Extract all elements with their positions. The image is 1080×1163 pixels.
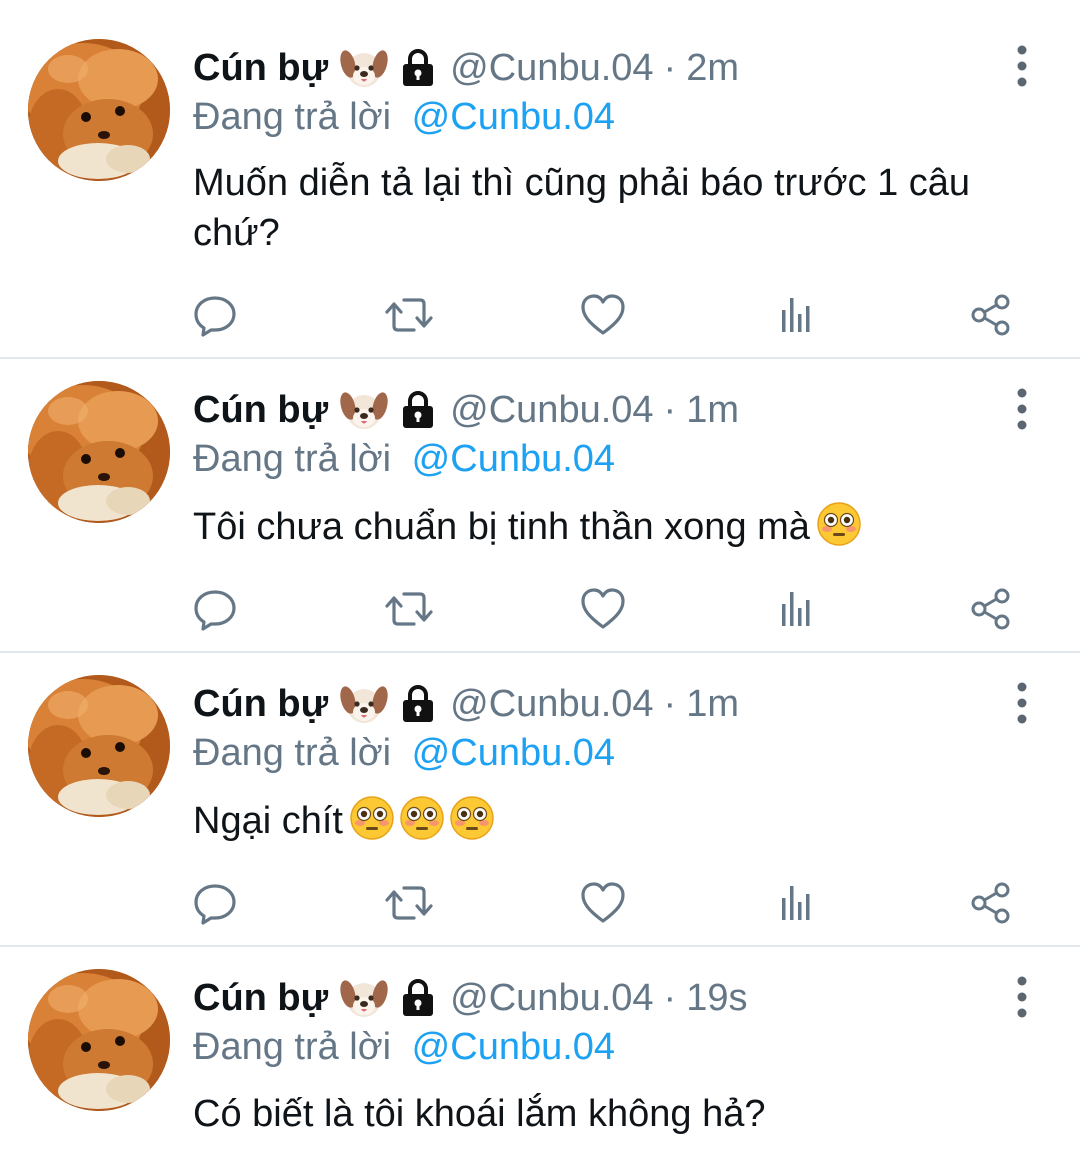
username[interactable]: @Cunbu.04 — [450, 389, 653, 432]
action-bar — [0, 584, 1080, 634]
tweet-header: Cún bự @Cunbu.04 · 2m — [193, 42, 739, 94]
timestamp[interactable]: 19s — [686, 977, 747, 1020]
lock-icon — [400, 48, 436, 88]
tweet-header: Cún bự @Cunbu.04 · 19s — [193, 972, 747, 1024]
like-icon — [578, 878, 628, 928]
retweet-button[interactable] — [384, 878, 434, 928]
like-button[interactable] — [578, 584, 628, 634]
flushed-face-icon — [399, 795, 445, 841]
display-name[interactable]: Cún bự — [193, 977, 328, 1020]
reply-prefix: Đang trả lời — [193, 1026, 392, 1068]
display-name[interactable]: Cún bự — [193, 683, 328, 726]
analytics-button[interactable] — [772, 878, 822, 928]
share-button[interactable] — [966, 878, 1016, 928]
tweet-text-content: Muốn diễn tả lại thì cũng phải báo trước… — [193, 162, 971, 254]
analytics-icon — [772, 290, 822, 340]
flushed-face-icon — [349, 795, 395, 841]
more-vertical-icon[interactable] — [1008, 44, 1036, 88]
reply-prefix: Đang trả lời — [193, 438, 392, 480]
tweet[interactable]: Cún bự @Cunbu.04 · 19s Đang trả lời @Cun… — [0, 947, 1080, 1163]
replying-to: Đang trả lời @Cunbu.04 — [193, 438, 615, 481]
share-icon — [966, 290, 1016, 340]
analytics-button[interactable] — [772, 290, 822, 340]
retweet-button[interactable] — [384, 584, 434, 634]
tweet-text-content: Tôi chưa chuẩn bị tinh thần xong mà — [193, 506, 810, 548]
avatar[interactable] — [28, 969, 170, 1111]
reply-mention-link[interactable]: @Cunbu.04 — [412, 1026, 615, 1068]
separator: · — [663, 388, 677, 431]
tweet-text-content: Có biết là tôi khoái lắm không hả? — [193, 1093, 766, 1135]
dog-face-icon — [340, 682, 388, 726]
analytics-icon — [772, 584, 822, 634]
dog-face-icon — [340, 388, 388, 432]
reply-icon — [190, 290, 240, 340]
separator: · — [663, 46, 677, 89]
share-icon — [966, 878, 1016, 928]
tweet-text: Muốn diễn tả lại thì cũng phải báo trước… — [193, 158, 1013, 258]
reply-button[interactable] — [190, 878, 240, 928]
avatar[interactable] — [28, 675, 170, 817]
reply-icon — [190, 878, 240, 928]
lock-icon — [400, 390, 436, 430]
timestamp[interactable]: 2m — [686, 47, 739, 90]
lock-icon — [400, 978, 436, 1018]
analytics-button[interactable] — [772, 584, 822, 634]
username[interactable]: @Cunbu.04 — [450, 47, 653, 90]
share-button[interactable] — [966, 290, 1016, 340]
avatar[interactable] — [28, 381, 170, 523]
share-icon — [966, 584, 1016, 634]
action-bar — [0, 878, 1080, 928]
avatar[interactable] — [28, 39, 170, 181]
like-button[interactable] — [578, 290, 628, 340]
tweet-header: Cún bự @Cunbu.04 · 1m — [193, 678, 739, 730]
reply-mention-link[interactable]: @Cunbu.04 — [412, 438, 615, 480]
retweet-icon — [384, 584, 434, 634]
tweet-text: Ngại chít — [193, 795, 1013, 846]
flushed-face-icon — [816, 501, 862, 547]
replying-to: Đang trả lời @Cunbu.04 — [193, 96, 615, 139]
reply-mention-link[interactable]: @Cunbu.04 — [412, 732, 615, 774]
dog-face-icon — [340, 976, 388, 1020]
like-icon — [578, 290, 628, 340]
reply-mention-link[interactable]: @Cunbu.04 — [412, 96, 615, 138]
retweet-button[interactable] — [384, 290, 434, 340]
replying-to: Đang trả lời @Cunbu.04 — [193, 732, 615, 775]
username[interactable]: @Cunbu.04 — [450, 977, 653, 1020]
like-button[interactable] — [578, 878, 628, 928]
tweet[interactable]: Cún bự @Cunbu.04 · 1m Đang trả lời @Cunb… — [0, 653, 1080, 945]
display-name[interactable]: Cún bự — [193, 389, 328, 432]
lock-icon — [400, 684, 436, 724]
share-button[interactable] — [966, 584, 1016, 634]
reply-prefix: Đang trả lời — [193, 732, 392, 774]
tweet-header: Cún bự @Cunbu.04 · 1m — [193, 384, 739, 436]
dog-face-icon — [340, 46, 388, 90]
more-vertical-icon[interactable] — [1008, 387, 1036, 431]
tweet-text: Có biết là tôi khoái lắm không hả? — [193, 1089, 1013, 1139]
tweet[interactable]: Cún bự @Cunbu.04 · 2m Đang trả lời @Cunb… — [0, 0, 1080, 357]
tweet-text: Tôi chưa chuẩn bị tinh thần xong mà — [193, 501, 1013, 552]
reply-icon — [190, 584, 240, 634]
more-vertical-icon[interactable] — [1008, 975, 1036, 1019]
tweet[interactable]: Cún bự @Cunbu.04 · 1m Đang trả lời @Cunb… — [0, 359, 1080, 651]
separator: · — [663, 976, 677, 1019]
timestamp[interactable]: 1m — [686, 389, 739, 432]
more-vertical-icon[interactable] — [1008, 681, 1036, 725]
username[interactable]: @Cunbu.04 — [450, 683, 653, 726]
timestamp[interactable]: 1m — [686, 683, 739, 726]
tweet-text-content: Ngại chít — [193, 800, 343, 842]
replying-to: Đang trả lời @Cunbu.04 — [193, 1026, 615, 1069]
separator: · — [663, 682, 677, 725]
reply-button[interactable] — [190, 584, 240, 634]
analytics-icon — [772, 878, 822, 928]
retweet-icon — [384, 878, 434, 928]
reply-prefix: Đang trả lời — [193, 96, 392, 138]
display-name[interactable]: Cún bự — [193, 47, 328, 90]
action-bar — [0, 290, 1080, 340]
reply-button[interactable] — [190, 290, 240, 340]
flushed-face-icon — [449, 795, 495, 841]
retweet-icon — [384, 290, 434, 340]
like-icon — [578, 584, 628, 634]
